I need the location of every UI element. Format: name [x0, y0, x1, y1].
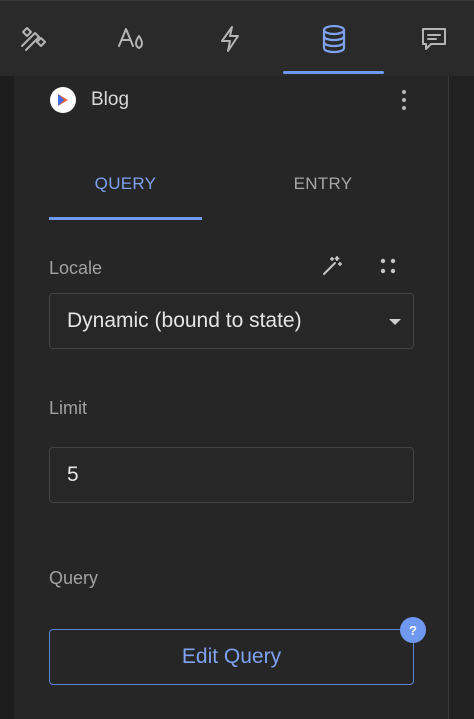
cms-panel-window: Blog QUERY ENTRY Locale Dynamic (bound t… — [0, 0, 474, 719]
database-icon[interactable] — [316, 21, 352, 57]
limit-input-value: 5 — [67, 463, 79, 486]
locale-select-value: Dynamic (bound to state) — [67, 309, 302, 332]
right-rail — [448, 76, 474, 719]
design-tools-icon[interactable] — [14, 21, 50, 57]
collection-name: Blog — [91, 89, 130, 110]
more-options-icon[interactable] — [394, 86, 414, 114]
typography-icon[interactable] — [113, 21, 149, 57]
magic-wand-icon[interactable] — [318, 252, 346, 280]
locale-label: Locale — [49, 258, 103, 278]
limit-input[interactable]: 5 — [49, 447, 414, 503]
comments-icon[interactable] — [416, 21, 452, 57]
query-panel: Blog QUERY ENTRY Locale Dynamic (bound t… — [14, 76, 448, 719]
collection-header: Blog — [50, 86, 420, 114]
limit-label: Limit — [49, 398, 88, 418]
query-label: Query — [49, 568, 99, 588]
tab-query[interactable]: QUERY — [49, 174, 202, 204]
locale-select[interactable]: Dynamic (bound to state) — [49, 293, 414, 349]
chevron-down-icon — [389, 319, 401, 325]
help-badge-icon[interactable]: ? — [400, 617, 426, 643]
edit-query-button[interactable]: Edit Query — [49, 629, 414, 685]
active-toolbar-indicator — [283, 71, 384, 74]
drag-handle-icon[interactable] — [374, 252, 402, 280]
top-toolbar — [0, 0, 474, 76]
active-tab-indicator — [49, 217, 202, 220]
actions-icon[interactable] — [212, 21, 248, 57]
tab-entry[interactable]: ENTRY — [240, 174, 406, 204]
blog-logo-icon — [50, 87, 76, 113]
left-gutter — [0, 76, 14, 719]
